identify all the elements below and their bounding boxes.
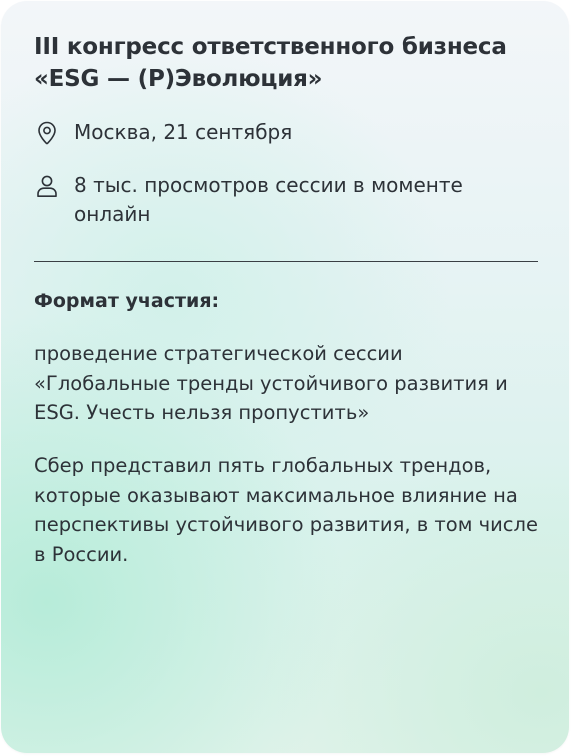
- format-description: проведение стратегической сессии «Глобал…: [34, 342, 508, 424]
- event-title: III конгресс ответственного бизнеса «ESG…: [34, 34, 507, 92]
- views-text: 8 тыс. просмотров сессии в моменте онлай…: [74, 173, 463, 226]
- event-card: III конгресс ответственного бизнеса «ESG…: [1, 1, 569, 753]
- location-pin-icon: [38, 121, 56, 145]
- location-text: Москва, 21 сентября: [74, 120, 293, 144]
- format-label: Формат участия:: [34, 290, 220, 312]
- divider: [34, 261, 538, 262]
- summary-text: Сбер представил пять глобальных трендов,…: [34, 454, 538, 566]
- event-views: 8 тыс. просмотров сессии в моменте онлай…: [34, 171, 524, 229]
- event-location: Москва, 21 сентября: [34, 118, 524, 147]
- person-icon: [37, 175, 57, 197]
